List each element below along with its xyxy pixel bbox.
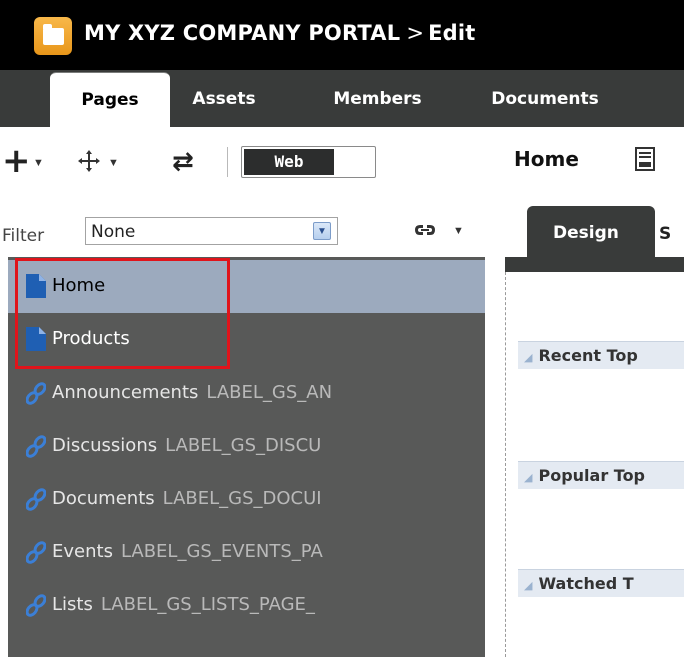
link-icon[interactable] [412,219,438,241]
page-toolbar: + ▼ ▼ ⇄ Web Home [0,127,684,195]
add-dropdown-caret[interactable]: ▼ [33,157,44,169]
title-bar: MY XYZ COMPANY PORTAL > Edit [0,0,684,70]
triangle-icon: ◢ [524,471,533,484]
toolbar-divider [227,147,228,177]
tree-item-key: LABEL_GS_LISTS_PAGE_ [100,594,315,615]
folder-icon [34,17,72,55]
region-popular-topics[interactable]: ◢ Popular Top [518,461,684,489]
tree-item-label: Discussions [52,435,158,456]
design-tab-strip [505,257,684,272]
title-separator: > [406,21,425,45]
tree-item-label: Home [52,275,106,296]
current-page-name: Home [514,147,579,171]
tab-members[interactable]: Members [315,70,440,127]
portal-title: MY XYZ COMPANY PORTAL > Edit [84,21,476,45]
tree-item-label: Documents [52,488,155,509]
tree-item-key: LABEL_GS_AN [206,382,333,403]
move-dropdown-caret[interactable]: ▼ [108,157,119,169]
page-icon [26,274,46,298]
chevron-down-icon[interactable]: ▼ [313,222,331,240]
tree-item-events[interactable]: Events LABEL_GS_EVENTS_PA [8,526,485,579]
panel-gutter [485,257,505,657]
page-tree: Home Products Announcements LABEL_GS_AN D… [8,257,485,657]
tree-item-home[interactable]: Home [8,260,485,313]
region-title: Recent Top [538,346,638,365]
link-icon [26,435,46,458]
region-title: Popular Top [538,466,646,485]
tree-item-lists[interactable]: Lists LABEL_GS_LISTS_PAGE_ [8,579,485,632]
page-icon [26,327,46,351]
view-mode-toggle[interactable]: Web [241,146,376,178]
tree-item-announcements[interactable]: Announcements LABEL_GS_AN [8,367,485,420]
region-watched-topics[interactable]: ◢ Watched T [518,569,684,597]
tree-item-label: Announcements [52,382,199,403]
tree-item-key: LABEL_GS_DISCU [165,435,322,456]
tab-source-partial[interactable]: S [659,224,671,244]
link-icon [26,594,46,617]
filter-select[interactable]: None ▼ [85,217,338,245]
edit-mode-label: Edit [428,21,476,45]
move-icon[interactable] [77,149,101,173]
tab-documents[interactable]: Documents [475,70,615,127]
page-properties-icon[interactable] [635,147,655,171]
plus-icon[interactable]: + [2,144,31,178]
filter-label: Filter [2,226,45,246]
triangle-icon: ◢ [524,579,533,592]
tab-assets[interactable]: Assets [184,70,264,127]
tree-item-key: LABEL_GS_EVENTS_PA [120,541,323,562]
filter-row: Filter None ▼ ▼ [0,195,500,257]
tree-item-label: Events [52,541,113,562]
triangle-icon: ◢ [524,351,533,364]
tab-pages[interactable]: Pages [50,72,170,128]
link-dropdown-caret[interactable]: ▼ [453,225,464,237]
region-title: Watched T [538,574,634,593]
tree-item-key: LABEL_GS_DOCUI [162,488,322,509]
portal-name: MY XYZ COMPANY PORTAL [84,21,401,45]
filter-value: None [91,222,136,242]
tree-item-label: Products [52,328,130,349]
tree-item-discussions[interactable]: Discussions LABEL_GS_DISCU [8,420,485,473]
region-recent-topics[interactable]: ◢ Recent Top [518,341,684,369]
tree-item-label: Lists [52,594,93,615]
refresh-icon[interactable]: ⇄ [172,148,194,174]
view-mode-web[interactable]: Web [244,149,334,175]
tree-item-documents[interactable]: Documents LABEL_GS_DOCUI [8,473,485,526]
tab-design[interactable]: Design [527,206,655,257]
tree-item-products[interactable]: Products [8,313,485,366]
link-icon [26,382,46,405]
link-icon [26,541,46,564]
link-icon [26,488,46,511]
main-tabs-bar: Pages Assets Members Documents [0,70,684,128]
